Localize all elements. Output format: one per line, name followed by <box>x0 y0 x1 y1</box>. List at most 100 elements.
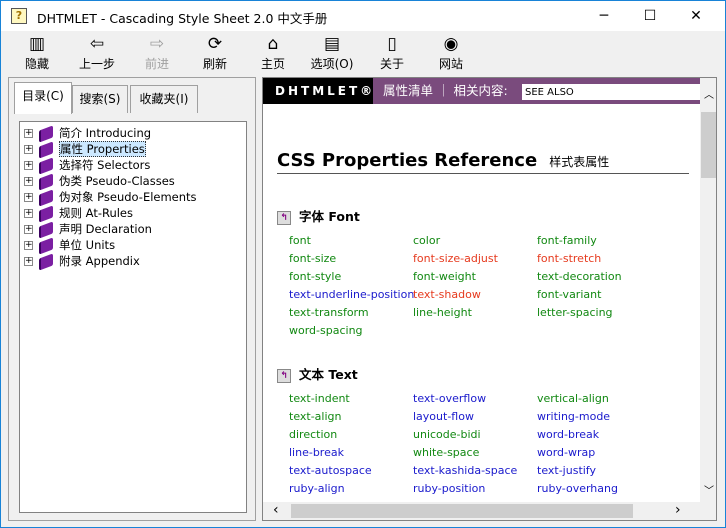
section-heading: ↰文本 Text <box>277 366 358 384</box>
tree-item[interactable]: + 伪对象 Pseudo-Elements <box>24 189 244 205</box>
toolbar-button-2[interactable]: ⇨前进 <box>131 33 183 75</box>
property-link[interactable]: ruby-align <box>289 480 345 498</box>
close-button[interactable]: ✕ <box>673 1 719 31</box>
page-title: CSS Properties Reference样式表属性 <box>277 150 689 174</box>
property-link[interactable]: text-kashida-space <box>413 462 517 480</box>
property-link[interactable]: word-break <box>537 426 599 444</box>
property-link[interactable]: text-align <box>289 408 342 426</box>
property-link[interactable]: letter-spacing <box>537 304 613 322</box>
property-link[interactable]: font <box>289 232 311 250</box>
toolbar-button-5[interactable]: ▤选项(O) <box>306 33 358 75</box>
property-link[interactable]: font-stretch <box>537 250 601 268</box>
property-link[interactable]: white-space <box>413 444 479 462</box>
toolbar: ▥隐藏⇦上一步⇨前进⟳刷新⌂主页▤选项(O)▯关于◉网站 <box>1 31 725 76</box>
property-link[interactable]: font-family <box>537 232 597 250</box>
brand-logo: DHTMLET® <box>263 78 373 104</box>
toolbar-button-6[interactable]: ▯关于 <box>366 33 418 75</box>
vertical-scroll-thumb[interactable] <box>701 112 716 178</box>
tree-item[interactable]: + 简介 Introducing <box>24 125 244 141</box>
property-link[interactable]: font-style <box>289 268 341 286</box>
scrollbar-corner <box>700 502 717 520</box>
options-icon: ▤ <box>306 33 358 55</box>
book-icon <box>39 205 53 222</box>
property-link[interactable]: unicode-bidi <box>413 426 481 444</box>
property-link[interactable]: text-autospace <box>289 462 372 480</box>
property-link[interactable]: vertical-align <box>537 390 609 408</box>
property-link[interactable]: text-decoration <box>537 268 622 286</box>
property-link[interactable]: writing-mode <box>537 408 610 426</box>
tree-item[interactable]: + 属性 Properties <box>24 141 244 157</box>
property-link[interactable]: ruby-position <box>413 480 485 498</box>
property-link[interactable]: text-justify <box>537 462 596 480</box>
tree-item[interactable]: +单位 Units <box>24 237 244 253</box>
back-arrow-icon: ⇦ <box>71 33 123 55</box>
expand-icon[interactable]: + <box>24 225 33 234</box>
toolbar-button-1[interactable]: ⇦上一步 <box>71 33 123 75</box>
property-link[interactable]: word-wrap <box>537 444 595 462</box>
scroll-right-icon[interactable]: › <box>675 502 681 518</box>
tree-item-label: 伪对象 Pseudo-Elements <box>59 190 197 204</box>
property-link[interactable]: ruby-overhang <box>537 480 618 498</box>
tree-item[interactable]: +规则 At-Rules <box>24 205 244 221</box>
property-link[interactable]: text-overflow <box>413 390 486 408</box>
property-link[interactable]: font-size <box>289 250 336 268</box>
toolbar-button-0[interactable]: ▥隐藏 <box>11 33 63 75</box>
toolbar-button-label: 隐藏 <box>11 55 63 72</box>
tree-item[interactable]: + 声明 Declaration <box>24 221 244 237</box>
tree-item-label: 声明 Declaration <box>59 222 152 236</box>
toolbar-button-7[interactable]: ◉网站 <box>425 33 477 75</box>
back-to-top-icon[interactable]: ↰ <box>277 369 291 383</box>
property-link[interactable]: text-shadow <box>413 286 481 304</box>
back-to-top-icon[interactable]: ↰ <box>277 211 291 225</box>
expand-icon[interactable]: + <box>24 209 33 218</box>
toolbar-button-label: 关于 <box>366 55 418 72</box>
property-link[interactable]: word-spacing <box>289 322 363 340</box>
tree-item-label: 属性 Properties <box>59 141 146 157</box>
maximize-button[interactable]: ☐ <box>627 1 673 31</box>
tree-item[interactable]: +选择符 Selectors <box>24 157 244 173</box>
horizontal-scroll-thumb[interactable] <box>291 504 633 518</box>
scroll-up-icon[interactable]: ︿ <box>704 86 714 101</box>
scroll-down-icon[interactable]: ﹀ <box>704 482 714 497</box>
property-link[interactable]: layout-flow <box>413 408 474 426</box>
expand-icon[interactable]: + <box>24 257 33 266</box>
property-link[interactable]: text-underline-position <box>289 286 414 304</box>
property-link[interactable]: font-size-adjust <box>413 250 498 268</box>
scroll-left-icon[interactable]: ‹ <box>273 502 279 518</box>
section-title: 字体 Font <box>299 209 360 224</box>
expand-icon[interactable]: + <box>24 193 33 202</box>
property-link[interactable]: line-break <box>289 444 344 462</box>
property-link[interactable]: direction <box>289 426 337 444</box>
hide-icon: ▥ <box>11 33 63 55</box>
property-link[interactable]: text-indent <box>289 390 350 408</box>
property-link[interactable]: text-transform <box>289 304 369 322</box>
toolbar-button-3[interactable]: ⟳刷新 <box>189 33 241 75</box>
expand-icon[interactable]: + <box>24 177 33 186</box>
page-subtitle: 样式表属性 <box>549 155 609 169</box>
property-link[interactable]: font-weight <box>413 268 476 286</box>
tab-favorites[interactable]: 收藏夹(I) <box>130 85 198 113</box>
tree-item-label: 简介 Introducing <box>59 126 151 140</box>
tab-contents[interactable]: 目录(C) <box>14 82 72 114</box>
horizontal-scrollbar[interactable]: ‹ › <box>263 502 700 520</box>
tree-item[interactable]: +附录 Appendix <box>24 253 244 269</box>
expand-icon[interactable]: + <box>24 145 33 154</box>
property-link[interactable]: color <box>413 232 440 250</box>
home-icon: ⌂ <box>247 33 299 55</box>
expand-icon[interactable]: + <box>24 161 33 170</box>
expand-icon[interactable]: + <box>24 241 33 250</box>
refresh-icon: ⟳ <box>189 33 241 55</box>
minimize-button[interactable]: ─ <box>581 1 627 31</box>
property-link[interactable]: font-variant <box>537 286 601 304</box>
toolbar-button-label: 前进 <box>131 55 183 72</box>
vertical-scrollbar[interactable]: ︿ ﹀ <box>700 78 717 502</box>
tab-search[interactable]: 搜索(S) <box>72 85 128 113</box>
expand-icon[interactable]: + <box>24 129 33 138</box>
toolbar-button-label: 刷新 <box>189 55 241 72</box>
tree-item[interactable]: +伪类 Pseudo-Classes <box>24 173 244 189</box>
toolbar-button-4[interactable]: ⌂主页 <box>247 33 299 75</box>
content-header: DHTMLET® 属性清单 ｜ 相关内容: <box>263 78 700 104</box>
property-link[interactable]: line-height <box>413 304 472 322</box>
section-heading: ↰ 字体 Font <box>277 208 360 226</box>
see-also-select[interactable] <box>522 84 702 100</box>
